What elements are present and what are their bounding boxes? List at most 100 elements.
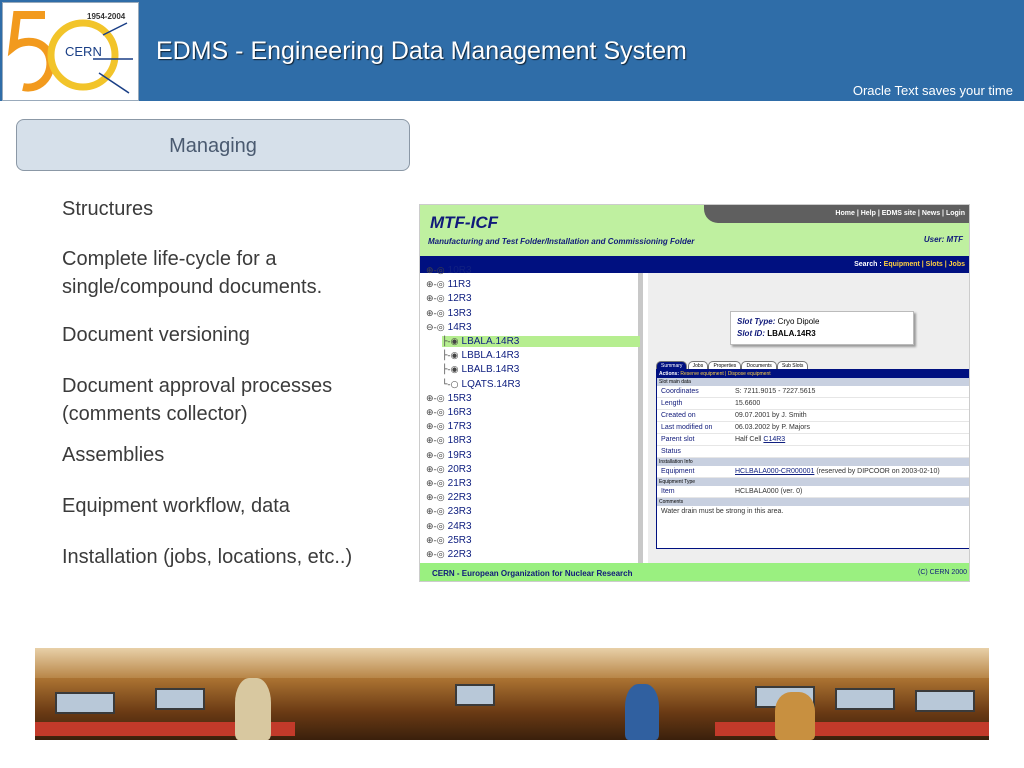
tree-node-icon: ⊕-◎ — [426, 308, 445, 319]
table-row: Last modified on 06.03.2002 by P. Majors — [657, 422, 969, 434]
tree-node-label: LBBLA.14R3 — [461, 350, 520, 362]
cern-50-logo: 1954-2004 CERN — [2, 2, 139, 101]
row-key: Parent slot — [661, 436, 695, 443]
search-link-group[interactable]: Equipment | Slots | Jobs — [884, 261, 965, 268]
tree-node[interactable]: ⊕-◎ 22R3 — [426, 549, 472, 560]
equipment-link[interactable]: HCLBALA000-CR000001 — [735, 468, 814, 475]
tree-node-icon: ⊕-◎ — [426, 280, 445, 291]
photo-person — [625, 684, 659, 740]
section-tab-managing: Managing — [16, 119, 410, 171]
tree-node-label: 13R3 — [447, 307, 472, 319]
page-title: EDMS - Engineering Data Management Syste… — [156, 37, 687, 65]
tree-node[interactable]: ⊕-◎ 23R3 — [426, 506, 472, 517]
tree-node-icon: ⊕-◎ — [426, 408, 445, 418]
tree-node-label: 23R3 — [447, 506, 472, 518]
slot-main-rows: Coordinates S: 7211.9015 - 7227.5615 Lengt… — [657, 386, 969, 458]
tree-node[interactable]: └-○ LQATS.14R3 — [442, 379, 520, 390]
actions-label: Actions: — [659, 371, 679, 377]
section-comments: Comments — [657, 498, 969, 506]
tree-node-label: 22R3 — [447, 549, 472, 560]
slot-id-label: Slot ID: — [737, 329, 765, 338]
actions-bar: Actions: Reserve equipment | Dispose equ… — [657, 370, 969, 378]
slot-tree[interactable]: ⊕-◎ 10R3 ⊕-◎ 11R3 ⊕-◎ 12R3 ⊕-◎ 13R3 ⊖-◎ 14R3 ├-◉ LB… — [420, 265, 643, 563]
tree-node[interactable]: ⊕-◎ 12R3 — [426, 293, 472, 304]
row-value: 15.6600 — [735, 400, 761, 407]
photo-person — [235, 678, 271, 740]
actions-links[interactable]: Reserve equipment | Dispose equipment — [680, 371, 770, 377]
tree-node[interactable]: ⊕-◎ 22R3 — [426, 492, 472, 503]
equipment-row: Equipment HCLBALA000-CR000001 (reserved … — [657, 466, 969, 478]
tree-node-label: 16R3 — [447, 407, 472, 418]
equipment-value: HCLBALA000-CR000001 (reserved by DIPCOOR… — [735, 466, 940, 477]
tree-node[interactable]: ⊕-◎ 17R3 — [426, 421, 472, 432]
tree-node[interactable]: ├-◉ LBALA.14R3 — [442, 336, 640, 347]
tree-node-icon: ├-◉ — [442, 351, 459, 362]
tree-node-icon: ⊕-◎ — [426, 464, 445, 475]
tree-node-label: 25R3 — [447, 534, 472, 546]
tree-node-label: 14R3 — [447, 321, 472, 333]
tree-node[interactable]: ⊕-◎ 18R3 — [426, 435, 472, 446]
tree-node-label: 11R3 — [447, 279, 471, 291]
tree-node[interactable]: ⊕-◎ 21R3 — [426, 478, 472, 489]
tree-node[interactable]: ⊕-◎ 16R3 — [426, 407, 472, 418]
app-footer: CERN - European Organization for Nuclear… — [420, 563, 969, 581]
tree-node[interactable]: ⊕-◎ 13R3 — [426, 308, 472, 319]
tree-node[interactable]: ⊕-◎ 25R3 — [426, 535, 472, 546]
equipment-key: Equipment — [661, 468, 695, 475]
tree-node-label: LQATS.14R3 — [461, 378, 521, 390]
summary-panel: Actions: Reserve equipment | Dispose equ… — [656, 369, 969, 549]
tree-node[interactable]: ⊕-◎ 10R3 — [426, 265, 472, 276]
top-nav-bar: Home | Help | EDMS site | News | Login — [704, 205, 969, 223]
tree-node[interactable]: ├-◉ LBBLA.14R3 — [442, 350, 519, 361]
row-key: Created on — [661, 412, 696, 419]
tree-node-label: 17R3 — [447, 421, 472, 433]
bullet-item: Complete life-cycle for a single/compoun… — [62, 248, 323, 298]
tree-node[interactable]: ⊕-◎ 19R3 — [426, 450, 472, 461]
slot-type-label: Slot Type: — [737, 317, 776, 326]
table-row: Created on 09.07.2001 by J. Smith — [657, 410, 969, 422]
slot-type-value: Cryo Dipole — [777, 317, 820, 326]
tree-node-icon: ⊕-◎ — [426, 493, 445, 504]
tree-node-label: LBALB.14R3 — [461, 364, 520, 376]
user-label: User: MTF — [923, 235, 963, 244]
tree-node-icon: ├-◉ — [442, 365, 459, 376]
tree-node[interactable]: ├-◉ LBALB.14R3 — [442, 364, 519, 375]
tree-node[interactable]: ⊕-◎ 20R3 — [426, 464, 472, 475]
section-installation-info: Installation Info — [657, 458, 969, 466]
comment-text: Water drain must be strong in this area. — [661, 508, 784, 515]
header-bar: 1954-2004 CERN EDMS - Engineering Data M… — [0, 0, 1024, 101]
tagline: Oracle Text saves your time — [852, 83, 1013, 98]
tree-node-icon: └-○ — [442, 379, 459, 390]
section-slot-main-data: Slot main data — [657, 378, 969, 386]
logo-years: 1954-2004 — [87, 12, 126, 21]
search-links[interactable]: Search : Equipment | Slots | Jobs — [854, 261, 965, 268]
bullet-item: Structures — [62, 198, 154, 220]
logo-cern-text: CERN — [65, 44, 102, 59]
tree-node-label: 22R3 — [447, 492, 472, 504]
tree-node[interactable]: ⊕-◎ 24R3 — [426, 521, 472, 532]
mtf-app-screenshot: Home | Help | EDMS site | News | Login M… — [419, 204, 970, 582]
tree-node[interactable]: ⊕-◎ 11R3 — [426, 279, 471, 290]
top-nav-links[interactable]: Home | Help | EDMS site | News | Login — [835, 210, 965, 217]
item-row: Item HCLBALA000 (ver. 0) — [657, 486, 969, 498]
tree-node[interactable]: ⊖-◎ 14R3 — [426, 322, 472, 333]
photo-monitor — [915, 690, 975, 712]
row-value: S: 7211.9015 - 7227.5615 — [735, 388, 816, 395]
tree-node-icon: ⊖-◎ — [426, 322, 445, 333]
tree-node-label: 12R3 — [447, 293, 472, 305]
tree-node-label: 24R3 — [447, 520, 472, 532]
photo-monitor — [455, 684, 495, 706]
tree-node-label: 18R3 — [447, 435, 472, 447]
control-room-photo — [35, 648, 989, 740]
app-title: MTF-ICF — [430, 213, 498, 232]
tree-node-icon: ⊕-◎ — [426, 535, 445, 546]
tree-node-icon: ⊕-◎ — [426, 507, 445, 518]
photo-monitor — [835, 688, 895, 710]
section-equipment-type: Equipment Type — [657, 478, 969, 486]
row-link[interactable]: C14R3 — [763, 436, 785, 443]
row-key: Coordinates — [661, 388, 699, 395]
photo-desk — [715, 722, 989, 736]
tree-node-icon: ⊕-◎ — [426, 521, 445, 532]
tree-node[interactable]: ⊕-◎ 15R3 — [426, 393, 472, 404]
tree-node-label: 19R3 — [447, 449, 472, 461]
